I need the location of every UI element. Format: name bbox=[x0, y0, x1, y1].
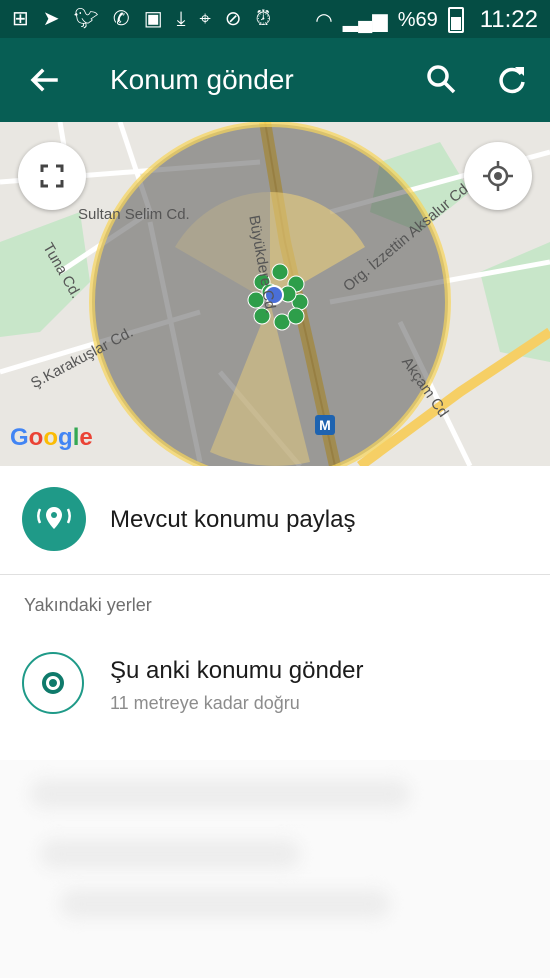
plus-square-icon: ⊞ bbox=[12, 8, 29, 30]
my-location-button[interactable] bbox=[464, 142, 532, 210]
arrow-back-icon bbox=[30, 68, 58, 92]
street-label: Sultan Selim Cd. bbox=[78, 206, 190, 223]
my-location-icon bbox=[483, 161, 513, 191]
download-icon: ⤓ bbox=[176, 8, 186, 30]
google-logo: Google bbox=[10, 424, 93, 451]
mute-icon: ⊘ bbox=[224, 8, 242, 30]
notification-icons: ⊞ ➤ 🐦︎ ✆ ▣ ⤓ ⌖ ⊘ ⏰︎ bbox=[12, 6, 271, 32]
map-view[interactable]: Sultan Selim Cd. Büyükdere Cd. Org. İzze… bbox=[0, 122, 550, 466]
search-icon bbox=[427, 65, 456, 94]
fullscreen-button[interactable] bbox=[18, 142, 86, 210]
list-item[interactable]: Şu anki konumu gönder 11 metreye kadar d… bbox=[0, 635, 550, 745]
blurred-item bbox=[30, 780, 410, 808]
navigation-icon: ➤ bbox=[42, 8, 60, 30]
refresh-icon bbox=[499, 67, 525, 94]
radio-selected-icon bbox=[22, 652, 84, 714]
battery-percent: %69 bbox=[397, 8, 438, 31]
app-bar: Konum gönder bbox=[0, 38, 550, 122]
whatsapp-icon: ✆ bbox=[112, 8, 130, 30]
refresh-button[interactable] bbox=[490, 58, 534, 102]
battery-icon bbox=[447, 7, 464, 33]
page-title: Konum gönder bbox=[110, 64, 294, 95]
blurred-list-area bbox=[0, 760, 550, 978]
alarm-icon: ⏰︎ bbox=[255, 8, 272, 30]
image-icon: ▣ bbox=[143, 8, 163, 30]
back-button[interactable] bbox=[22, 58, 66, 102]
live-location-icon bbox=[22, 487, 86, 551]
system-indicators: ◠ ▂▄▆ %69 11:22 bbox=[315, 6, 538, 34]
share-live-location-label: Mevcut konumu paylaş bbox=[110, 506, 356, 533]
place-subtitle: 11 metreye kadar doğru bbox=[110, 693, 300, 713]
blurred-item bbox=[60, 890, 390, 918]
nearby-places-section: Yakındaki yerler Şu anki konumu gönder 1… bbox=[0, 575, 550, 760]
location-pin-icon: ⌖ bbox=[199, 8, 211, 30]
clock: 11:22 bbox=[479, 6, 538, 33]
share-live-location-row[interactable]: Mevcut konumu paylaş bbox=[0, 466, 550, 575]
blurred-item bbox=[40, 840, 300, 868]
section-heading: Yakındaki yerler bbox=[24, 595, 152, 615]
fullscreen-icon bbox=[40, 164, 64, 188]
twitter-icon: 🐦︎ bbox=[73, 8, 99, 30]
metro-icon: M bbox=[315, 415, 335, 435]
place-title: Şu anki konumu gönder bbox=[110, 657, 364, 684]
wifi-icon: ◠ bbox=[315, 9, 333, 32]
search-button[interactable] bbox=[420, 58, 464, 102]
signal-icon: ▂▄▆ bbox=[342, 9, 388, 32]
status-bar: ⊞ ➤ 🐦︎ ✆ ▣ ⤓ ⌖ ⊘ ⏰︎ ◠ ▂▄▆ %69 11:22 bbox=[0, 0, 550, 38]
